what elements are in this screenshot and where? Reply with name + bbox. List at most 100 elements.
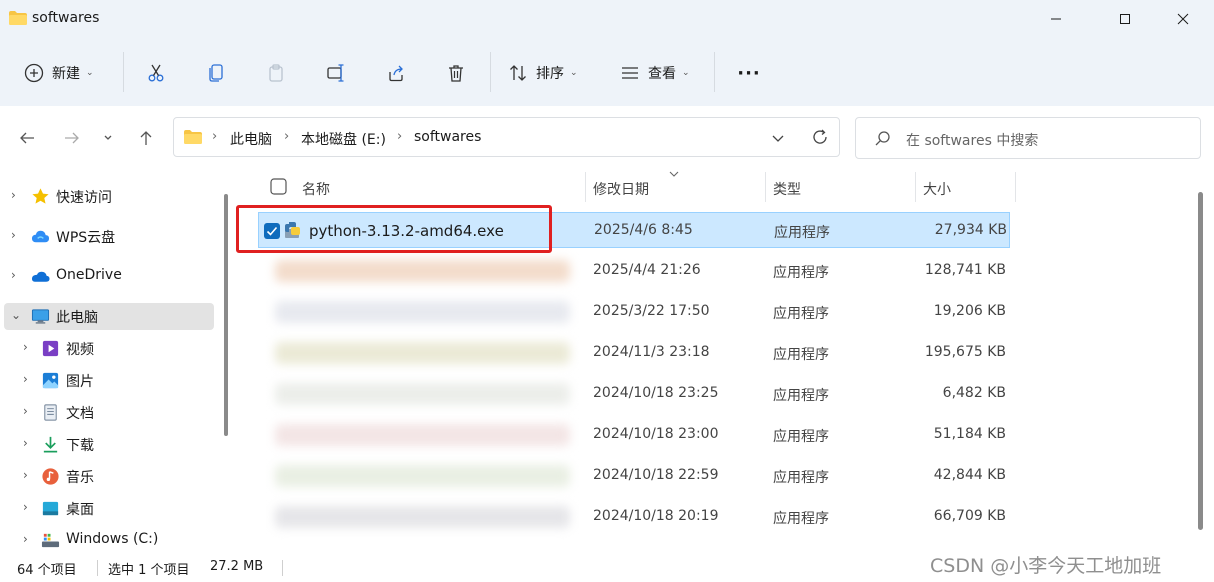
sidebar-item-label: 快速访问 [56, 190, 112, 206]
recent-locations-button[interactable] [97, 124, 119, 152]
file-type: 应用程序 [773, 511, 829, 527]
back-button[interactable] [13, 124, 41, 152]
column-divider[interactable] [915, 172, 916, 202]
chevron-right-icon[interactable]: › [11, 268, 16, 282]
navigation-row: › 此电脑 › 本地磁盘 (E:) › softwares 在 software… [0, 106, 1214, 170]
chevron-right-icon[interactable]: › [23, 372, 28, 386]
drive-icon [41, 533, 60, 548]
sidebar-item-this-pc[interactable]: ⌄ 此电脑 [4, 303, 214, 330]
more-options-button[interactable]: ··· [736, 54, 762, 92]
chevron-down-icon[interactable] [770, 130, 786, 146]
table-row[interactable]: 2024/11/3 23:18 应用程序 195,675 KB [258, 335, 1010, 371]
column-divider[interactable] [585, 172, 586, 202]
column-divider[interactable] [1015, 172, 1016, 202]
chevron-down-icon: ⌄ [86, 68, 94, 78]
rename-button[interactable] [323, 54, 349, 92]
breadcrumb-drive-e[interactable]: 本地磁盘 (E:) [301, 129, 386, 149]
breadcrumb-this-pc[interactable]: 此电脑 [230, 129, 272, 149]
minimize-icon [1051, 18, 1061, 20]
sidebar-item-label: 文档 [66, 406, 94, 422]
column-size[interactable]: 大小 [923, 179, 951, 199]
sidebar-item-label: Windows (C:) [66, 531, 159, 547]
up-button[interactable] [132, 124, 160, 152]
sort-button[interactable]: 排序 ⌄ [508, 54, 578, 92]
file-modified: 2024/10/18 23:00 [593, 426, 719, 442]
paste-icon [269, 64, 283, 82]
paste-button[interactable] [263, 54, 289, 92]
toolbar-divider [490, 52, 491, 92]
table-row[interactable]: 2024/10/18 22:59 应用程序 42,844 KB [258, 458, 1010, 494]
delete-button[interactable] [443, 54, 469, 92]
breadcrumb-softwares[interactable]: softwares [414, 129, 481, 145]
highlight-annotation-box [236, 205, 552, 253]
column-modified[interactable]: 修改日期 [593, 179, 649, 199]
maximize-button[interactable] [1102, 0, 1148, 38]
chevron-right-icon: › [284, 129, 290, 144]
table-row[interactable]: 2024/10/18 20:19 应用程序 66,709 KB [258, 499, 1010, 535]
chevron-down-icon[interactable]: ⌄ [11, 308, 21, 322]
chevron-right-icon[interactable]: › [23, 532, 28, 546]
close-button[interactable] [1160, 0, 1206, 38]
chevron-right-icon: › [397, 129, 403, 144]
chevron-right-icon[interactable]: › [11, 188, 16, 202]
chevron-right-icon[interactable]: › [23, 404, 28, 418]
view-button[interactable]: 查看 ⌄ [620, 54, 690, 92]
chevron-right-icon[interactable]: › [23, 340, 28, 354]
document-icon [44, 404, 57, 421]
sidebar-item-pictures[interactable]: › 图片 [4, 367, 214, 394]
sidebar-scrollbar[interactable] [224, 194, 228, 436]
chevron-right-icon[interactable]: › [23, 436, 28, 450]
sidebar-item-videos[interactable]: › 视频 [4, 335, 214, 362]
computer-icon [31, 309, 50, 324]
status-item-count: 64 个项目 [17, 563, 77, 578]
arrow-left-icon [20, 132, 34, 144]
table-row[interactable]: 2024/10/18 23:25 应用程序 6,482 KB [258, 376, 1010, 412]
forward-button[interactable] [58, 124, 86, 152]
sidebar-item-onedrive[interactable]: › OneDrive [4, 263, 214, 290]
sidebar-item-drive-c[interactable]: › Windows (C:) [4, 527, 214, 554]
plus-circle-icon [24, 63, 44, 83]
file-list-scrollbar[interactable] [1198, 192, 1203, 530]
sidebar-item-music[interactable]: › 音乐 [4, 463, 214, 490]
table-row[interactable]: 2025/4/4 21:26 应用程序 128,741 KB [258, 253, 1010, 289]
file-size: 195,675 KB [924, 344, 1006, 360]
chevron-right-icon[interactable]: › [11, 228, 16, 242]
sidebar-item-documents[interactable]: › 文档 [4, 399, 214, 426]
navigation-pane: › 快速访问 › WPS云盘 › OneDrive ⌄ 此电脑 › 视频 › 图… [0, 170, 218, 554]
search-input[interactable]: 在 softwares 中搜索 [906, 130, 1038, 150]
toolbar-divider [714, 52, 715, 92]
share-button[interactable] [383, 54, 409, 92]
file-type: 应用程序 [773, 470, 829, 486]
file-size: 27,934 KB [934, 222, 1007, 238]
table-row[interactable]: 2025/3/22 17:50 应用程序 19,206 KB [258, 294, 1010, 330]
chevron-right-icon[interactable]: › [23, 500, 28, 514]
sidebar-item-downloads[interactable]: › 下载 [4, 431, 214, 458]
onedrive-icon [31, 271, 50, 282]
column-divider[interactable] [765, 172, 766, 202]
table-row[interactable]: 2024/10/18 23:00 应用程序 51,184 KB [258, 417, 1010, 453]
sidebar-item-quick-access[interactable]: › 快速访问 [4, 183, 214, 210]
copy-icon [209, 64, 223, 82]
new-button[interactable]: 新建 ⌄ [24, 54, 94, 92]
copy-button[interactable] [203, 54, 229, 92]
refresh-icon[interactable] [811, 128, 829, 146]
sidebar-item-label: WPS云盘 [56, 230, 116, 246]
file-type: 应用程序 [773, 347, 829, 363]
sort-label: 排序 [536, 66, 564, 82]
address-bar[interactable]: › 此电脑 › 本地磁盘 (E:) › softwares [173, 117, 840, 157]
select-all-checkbox[interactable] [270, 178, 287, 195]
search-box[interactable]: 在 softwares 中搜索 [855, 117, 1201, 159]
cut-button[interactable] [143, 54, 169, 92]
chevron-down-icon: ⌄ [682, 68, 690, 78]
sidebar-item-label: 视频 [66, 342, 94, 358]
watermark-text: CSDN @小李今天工地加班 [930, 555, 1162, 577]
sidebar-item-label: 桌面 [66, 502, 94, 518]
arrow-up-icon [140, 131, 152, 145]
sidebar-item-label: 下载 [66, 438, 94, 454]
column-name[interactable]: 名称 [302, 179, 330, 199]
minimize-button[interactable] [1033, 0, 1079, 38]
sidebar-item-wps-cloud[interactable]: › WPS云盘 [4, 223, 214, 250]
chevron-right-icon[interactable]: › [23, 468, 28, 482]
sidebar-item-desktop[interactable]: › 桌面 [4, 495, 214, 522]
column-type[interactable]: 类型 [773, 179, 801, 199]
